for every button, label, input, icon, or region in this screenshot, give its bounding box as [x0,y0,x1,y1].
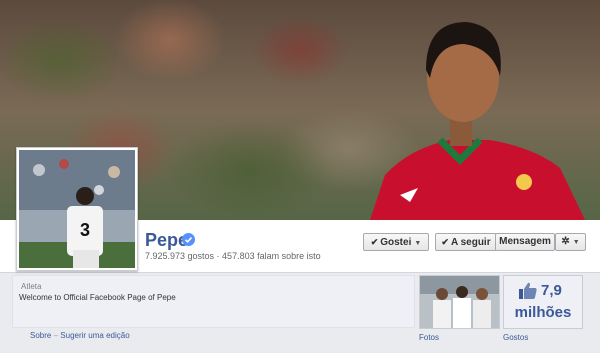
verified-badge-icon [182,233,195,246]
link-separator: – [53,331,59,340]
photos-app-thumbnail[interactable] [419,275,500,329]
follow-button[interactable]: ✔ A seguir [435,233,497,251]
profile-picture[interactable]: 3 [16,147,138,271]
gear-icon: ✲ [561,236,570,247]
page-category: Atleta [21,282,42,291]
suggest-edit-link[interactable]: Sugerir uma edição [60,331,129,340]
likes-app-box[interactable]: 7,9 milhões [503,275,583,329]
settings-button[interactable]: ✲ ▼ [555,233,586,251]
message-button[interactable]: Mensagem [495,233,555,251]
cover-player-image [370,22,585,220]
thumbs-up-icon [519,282,537,299]
check-icon: ✔ [370,237,379,247]
page-description: Welcome to Official Facebook Page of Pep… [19,293,176,302]
caret-down-icon: ▼ [572,239,580,246]
page-stats: 7.925.973 gostos · 457.803 falam sobre i… [145,251,321,261]
message-button-label: Mensagem [499,236,551,247]
follow-button-label: A seguir [450,237,491,248]
likes-number: 7,9 [541,282,562,299]
about-links: Sobre – Sugerir uma edição [30,331,130,340]
svg-text:3: 3 [80,220,90,240]
check-icon: ✔ [441,237,449,247]
likes-count-row: 7,9 [504,282,582,302]
photos-app-label[interactable]: Fotos [419,333,439,342]
likes-app-label[interactable]: Gostos [503,333,528,342]
about-link[interactable]: Sobre [30,331,51,340]
like-button-label: Gostei [380,237,412,248]
likes-unit: milhões [514,304,572,321]
about-box: Atleta Welcome to Official Facebook Page… [12,275,415,328]
caret-down-icon: ▼ [414,240,422,247]
like-button[interactable]: ✔ Gostei ▼ [363,233,429,251]
